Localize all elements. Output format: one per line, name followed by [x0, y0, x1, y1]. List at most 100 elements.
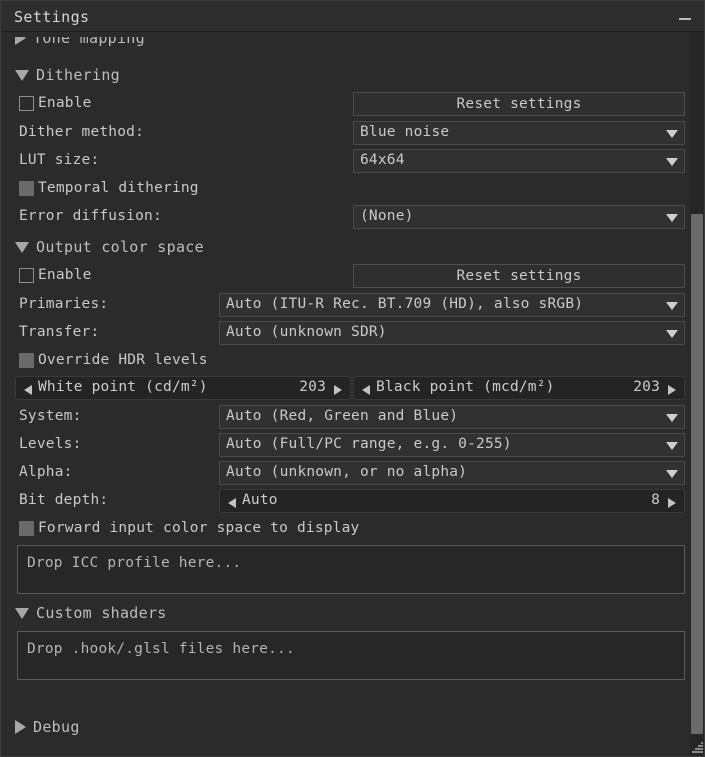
- custom-shaders-dropzone[interactable]: Drop .hook/.glsl files here...: [17, 631, 685, 680]
- section-label-dithering: Dithering: [36, 66, 120, 84]
- levels-dropdown[interactable]: Auto (Full/PC range, e.g. 0-255): [219, 433, 685, 457]
- chevron-down-icon: [666, 470, 678, 478]
- section-output-color-space[interactable]: Output color space: [15, 238, 204, 256]
- arrow-right-icon[interactable]: [334, 385, 342, 395]
- arrow-left-icon[interactable]: [24, 385, 32, 395]
- temporal-dithering-checkbox[interactable]: Temporal dithering: [19, 180, 199, 196]
- section-label-debug: Debug: [33, 718, 80, 736]
- transfer-dropdown[interactable]: Auto (unknown SDR): [219, 321, 685, 345]
- black-point-stepper[interactable]: Black point (mcd/m²) 203: [353, 376, 685, 400]
- transfer-value: Auto (unknown SDR): [226, 324, 387, 340]
- section-debug[interactable]: Debug: [15, 718, 80, 736]
- row-lut-size: LUT size: 64x64: [1, 147, 692, 175]
- levels-label: Levels:: [19, 436, 82, 452]
- lut-size-value: 64x64: [360, 152, 405, 168]
- chevron-right-icon: [15, 720, 26, 734]
- row-dither-method: Dither method: Blue noise: [1, 119, 692, 147]
- arrow-right-icon[interactable]: [668, 385, 676, 395]
- arrow-left-icon[interactable]: [362, 385, 370, 395]
- minimize-icon: [679, 18, 691, 20]
- alpha-value: Auto (unknown, or no alpha): [226, 464, 468, 480]
- row-system: System: Auto (Red, Green and Blue): [1, 403, 692, 431]
- scrollbar-thumb[interactable]: [691, 214, 703, 734]
- chevron-down-icon: [666, 442, 678, 450]
- transfer-label: Transfer:: [19, 324, 100, 340]
- title-bar[interactable]: Settings: [1, 1, 704, 32]
- levels-value: Auto (Full/PC range, e.g. 0-255): [226, 436, 512, 452]
- checkbox-icon: [19, 352, 34, 368]
- custom-shaders-dropzone-placeholder: Drop .hook/.glsl files here...: [27, 641, 295, 657]
- row-alpha: Alpha: Auto (unknown, or no alpha): [1, 459, 692, 487]
- scroll-clip-mask: [1, 32, 692, 37]
- checkbox-icon: [19, 520, 34, 536]
- error-diffusion-dropdown[interactable]: (None): [353, 205, 685, 229]
- row-transfer: Transfer: Auto (unknown SDR): [1, 319, 692, 347]
- primaries-value: Auto (ITU-R Rec. BT.709 (HD), also sRGB): [226, 296, 584, 312]
- black-point-value: 203: [633, 379, 660, 395]
- chevron-down-icon: [666, 158, 678, 166]
- ocs-enable-checkbox[interactable]: Enable: [19, 267, 92, 283]
- row-levels: Levels: Auto (Full/PC range, e.g. 0-255): [1, 431, 692, 459]
- ocs-enable-label: Enable: [38, 267, 92, 283]
- override-hdr-levels-label: Override HDR levels: [38, 352, 208, 368]
- system-label: System:: [19, 408, 82, 424]
- arrow-right-icon[interactable]: [668, 498, 676, 508]
- settings-content: Tone mapping Dithering Enable Reset sett…: [1, 32, 692, 756]
- ocs-reset-settings-button[interactable]: Reset settings: [353, 264, 685, 288]
- temporal-dithering-label: Temporal dithering: [38, 180, 199, 196]
- row-error-diffusion: Error diffusion: (None): [1, 203, 692, 231]
- bit-depth-number: 8: [651, 492, 660, 508]
- arrow-left-icon[interactable]: [228, 498, 236, 508]
- bit-depth-label: Bit depth:: [19, 492, 109, 508]
- lut-size-label: LUT size:: [19, 152, 100, 168]
- dithering-reset-settings-button[interactable]: Reset settings: [353, 92, 685, 116]
- white-point-stepper[interactable]: White point (cd/m²) 203: [15, 376, 351, 400]
- checkbox-icon: [19, 95, 34, 111]
- section-label-output-color-space: Output color space: [36, 238, 204, 256]
- bit-depth-value: Auto: [242, 492, 278, 508]
- forward-input-color-space-checkbox[interactable]: Forward input color space to display: [19, 520, 359, 536]
- vertical-scrollbar[interactable]: [690, 32, 704, 756]
- section-label-custom-shaders: Custom shaders: [36, 604, 167, 622]
- alpha-label: Alpha:: [19, 464, 73, 480]
- minimize-button[interactable]: [673, 5, 697, 27]
- chevron-down-icon: [15, 241, 29, 253]
- icc-profile-dropzone[interactable]: Drop ICC profile here...: [17, 545, 685, 594]
- system-value: Auto (Red, Green and Blue): [226, 408, 459, 424]
- section-dithering[interactable]: Dithering: [15, 66, 120, 84]
- forward-input-color-space-label: Forward input color space to display: [38, 520, 360, 536]
- chevron-down-icon: [666, 302, 678, 310]
- primaries-label: Primaries:: [19, 296, 109, 312]
- bit-depth-stepper[interactable]: Auto 8: [219, 489, 685, 513]
- chevron-down-icon: [666, 414, 678, 422]
- dither-method-value: Blue noise: [360, 124, 450, 140]
- error-diffusion-value: (None): [360, 208, 414, 224]
- checkbox-icon: [19, 267, 34, 283]
- dithering-enable-checkbox[interactable]: Enable: [19, 95, 92, 111]
- row-bit-depth: Bit depth: Auto 8: [1, 487, 692, 515]
- black-point-label: Black point (mcd/m²): [376, 379, 555, 395]
- chevron-down-icon: [15, 69, 29, 81]
- icc-profile-dropzone-placeholder: Drop ICC profile here...: [27, 555, 242, 571]
- section-custom-shaders[interactable]: Custom shaders: [15, 604, 167, 622]
- settings-window: Settings Tone mapping Dithering Enable R…: [0, 0, 705, 757]
- chevron-down-icon: [666, 330, 678, 338]
- dither-method-dropdown[interactable]: Blue noise: [353, 121, 685, 145]
- row-primaries: Primaries: Auto (ITU-R Rec. BT.709 (HD),…: [1, 291, 692, 319]
- error-diffusion-label: Error diffusion:: [19, 208, 162, 224]
- chevron-down-icon: [15, 607, 29, 619]
- chevron-down-icon: [666, 214, 678, 222]
- primaries-dropdown[interactable]: Auto (ITU-R Rec. BT.709 (HD), also sRGB): [219, 293, 685, 317]
- lut-size-dropdown[interactable]: 64x64: [353, 149, 685, 173]
- white-point-label: White point (cd/m²): [38, 379, 208, 395]
- override-hdr-levels-checkbox[interactable]: Override HDR levels: [19, 352, 208, 368]
- checkbox-icon: [19, 180, 34, 196]
- alpha-dropdown[interactable]: Auto (unknown, or no alpha): [219, 461, 685, 485]
- system-dropdown[interactable]: Auto (Red, Green and Blue): [219, 405, 685, 429]
- white-point-value: 203: [299, 379, 326, 395]
- window-title: Settings: [14, 8, 90, 26]
- dither-method-label: Dither method:: [19, 124, 145, 140]
- chevron-down-icon: [666, 130, 678, 138]
- dithering-enable-label: Enable: [38, 95, 92, 111]
- resize-grip[interactable]: [689, 741, 703, 755]
